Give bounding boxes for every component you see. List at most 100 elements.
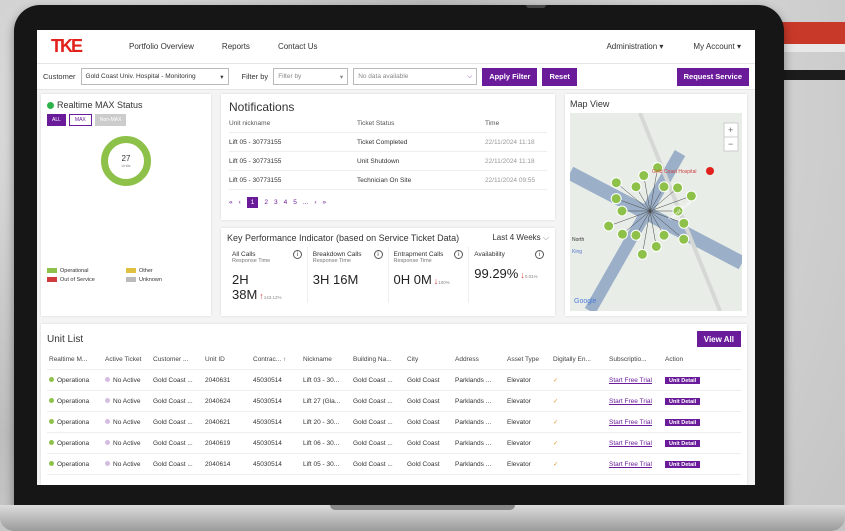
unit-detail-button[interactable]: Unit Detail	[665, 397, 701, 405]
start-free-trial-link[interactable]: Start Free Trial	[609, 398, 652, 405]
chip-all[interactable]: ALL	[47, 114, 66, 126]
unit-col-header[interactable]: Building Na...	[351, 356, 405, 363]
page-link[interactable]: 5	[293, 199, 297, 206]
page-link[interactable]: ...	[303, 199, 308, 206]
unit-detail-button[interactable]: Unit Detail	[665, 460, 701, 468]
apply-filter-button[interactable]: Apply Filter	[482, 67, 538, 86]
page-link[interactable]: 1	[246, 197, 259, 208]
map-pin-icon[interactable]	[616, 205, 628, 217]
zoom-out-icon: −	[728, 139, 733, 149]
info-icon[interactable]: i	[292, 250, 302, 259]
map-pin-icon[interactable]	[630, 229, 642, 241]
chip-non-max[interactable]: Non-MAX	[94, 114, 127, 126]
notification-row[interactable]: Lift 05 - 30773155 Unit Shutdown 22/11/202…	[229, 152, 547, 171]
status-donut: 27 Units	[101, 136, 151, 186]
unit-cell: Gold Coast ...	[151, 377, 203, 384]
info-icon[interactable]: i	[535, 250, 544, 259]
nav-my-account[interactable]: My Account ▾	[693, 42, 741, 51]
map-pin-icon[interactable]	[678, 217, 690, 229]
map-pin-icon[interactable]	[672, 182, 684, 194]
legend-other: Other	[126, 268, 205, 274]
notification-row[interactable]: Lift 05 - 30773155 Ticket Completed 22/11/…	[229, 133, 547, 152]
nav-portfolio[interactable]: Portfolio Overview	[129, 42, 194, 51]
reset-button[interactable]: Reset	[542, 67, 577, 86]
start-free-trial-link[interactable]: Start Free Trial	[609, 461, 652, 468]
notification-row[interactable]: Lift 05 - 30773155 Technician On Site 22/1…	[229, 171, 547, 190]
info-icon[interactable]: i	[373, 250, 383, 259]
unit-cell: No Active	[103, 419, 151, 426]
map-pin-icon[interactable]	[610, 193, 622, 205]
google-logo: Google	[574, 298, 597, 305]
unit-cell: Lift 20 - 30...	[301, 419, 351, 426]
map-pin-icon[interactable]	[658, 229, 670, 241]
page-link[interactable]: »	[323, 199, 327, 206]
map-pin-icon[interactable]	[603, 220, 615, 232]
map-pin-icon[interactable]	[616, 228, 628, 240]
unit-detail-button[interactable]: Unit Detail	[665, 376, 701, 384]
unit-cell: 2040621	[203, 419, 251, 426]
map-pin-icon[interactable]	[636, 248, 648, 260]
notifications-title: Notifications	[229, 100, 295, 114]
unit-cell: Lift 27 (Gla...	[301, 398, 351, 405]
nav-administration[interactable]: Administration ▾	[606, 42, 663, 51]
map-pin-icon[interactable]	[658, 181, 670, 193]
unit-cell: ✓	[551, 397, 607, 405]
cell-text: ✓	[553, 461, 559, 468]
page-link[interactable]: 2	[264, 199, 268, 206]
unit-col-header[interactable]: Contrac... ↑	[251, 356, 301, 363]
cell-text: Gold Coast ...	[353, 376, 393, 384]
request-service-button[interactable]: Request Service	[676, 67, 749, 86]
tke-logo[interactable]: TKE	[51, 36, 111, 57]
nav-reports[interactable]: Reports	[222, 42, 250, 51]
unit-col-header[interactable]: Customer ...	[151, 356, 203, 363]
col-nickname: Unit nickname	[229, 119, 271, 127]
unit-col-header[interactable]: City	[405, 356, 453, 363]
start-free-trial-link[interactable]: Start Free Trial	[609, 440, 652, 447]
nav-contact[interactable]: Contact Us	[278, 42, 318, 51]
start-free-trial-link[interactable]: Start Free Trial	[609, 377, 652, 384]
unit-cell: Gold Coast ...	[351, 440, 405, 447]
cell-text: Parklands ...	[455, 439, 492, 447]
notification-cell: Ticket Completed	[357, 138, 408, 146]
chip-max[interactable]: MAX	[68, 114, 92, 126]
cell-text: No Active	[113, 418, 141, 426]
cell-text: ✓	[553, 440, 559, 447]
map-pin-icon[interactable]	[638, 170, 650, 182]
page-link[interactable]: 4	[284, 199, 288, 206]
unit-col-header[interactable]: Subscriptio...	[607, 356, 663, 363]
unit-col-header[interactable]: Nickname	[301, 356, 351, 363]
page-link[interactable]: ›	[314, 199, 316, 206]
unit-cell: 2040631	[203, 377, 251, 384]
unit-detail-button[interactable]: Unit Detail	[665, 439, 701, 447]
unit-col-header[interactable]: Action	[663, 356, 703, 363]
unit-cell: ✓	[551, 376, 607, 384]
unit-detail-button[interactable]: Unit Detail	[665, 418, 701, 426]
ticket-dot-icon	[105, 461, 110, 467]
map-pin-icon[interactable]	[678, 233, 690, 245]
data-select[interactable]: No data available ⌵	[353, 68, 478, 85]
map-pin-icon[interactable]	[685, 190, 697, 202]
page-link[interactable]: ‹	[239, 199, 241, 206]
unit-col-header[interactable]: Realtime M...	[47, 356, 103, 363]
cell-text: Gold Coast ...	[153, 439, 193, 447]
unit-col-header[interactable]: Address	[453, 356, 505, 363]
customer-select[interactable]: Gold Coast Univ. Hospital - Monitoring ▾	[80, 68, 229, 85]
unit-col-header[interactable]: Unit ID	[203, 356, 251, 363]
cell-text: Gold Coast	[407, 418, 440, 426]
page-link[interactable]: «	[229, 199, 233, 206]
map-canvas[interactable]: Gold Coast Hospital Transit Road North K…	[570, 113, 742, 311]
kpi-cards: All Calls i Response Time 2H 38M ↑143.12% Bre…	[227, 247, 549, 303]
kpi-number: 3H 16M	[312, 272, 359, 287]
map-pin-icon[interactable]	[630, 181, 642, 193]
unit-col-header[interactable]: Asset Type	[505, 356, 551, 363]
unit-cell: 45030514	[251, 461, 301, 468]
kpi-period-select[interactable]: Last 4 Weeks ⌵	[492, 233, 549, 243]
page-link[interactable]: 3	[274, 199, 278, 206]
unit-col-header[interactable]: Active Ticket	[103, 356, 151, 363]
unit-col-header[interactable]: Digitally En...	[551, 356, 607, 363]
map-pin-icon[interactable]	[650, 240, 662, 252]
map-pin-icon[interactable]	[610, 177, 622, 189]
start-free-trial-link[interactable]: Start Free Trial	[609, 419, 652, 426]
view-all-button[interactable]: View All	[696, 331, 741, 347]
filter-select[interactable]: Filter by ▾	[273, 68, 349, 85]
